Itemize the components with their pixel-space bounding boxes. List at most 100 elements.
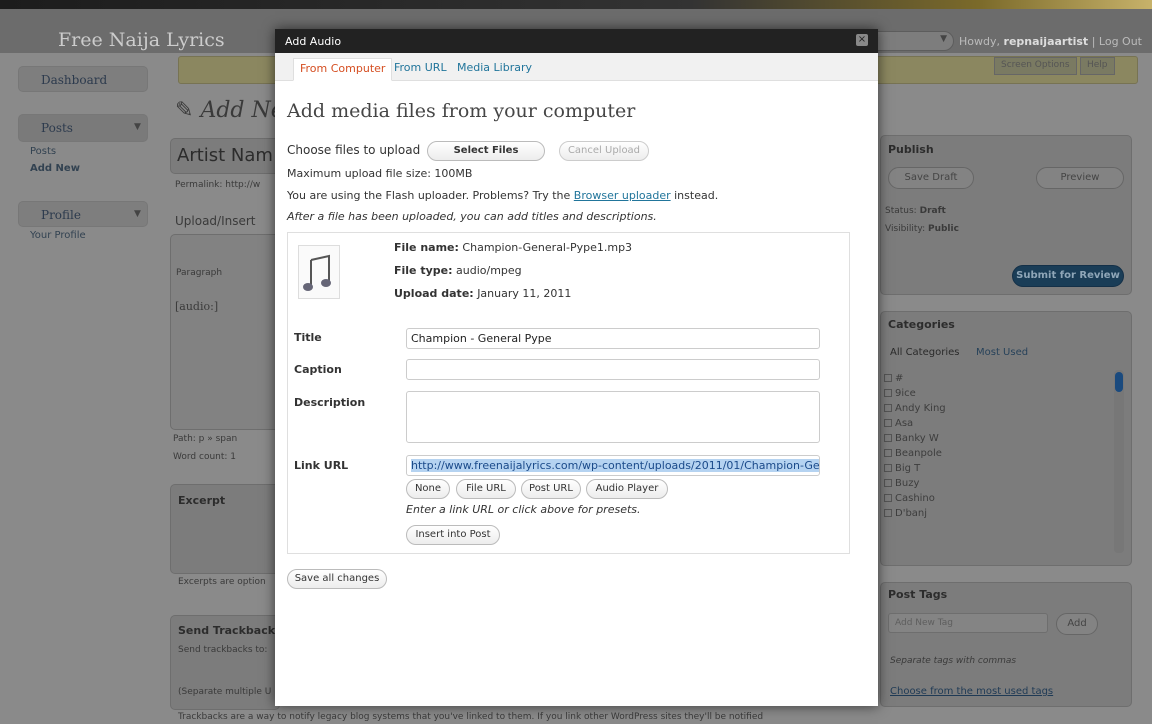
checkbox[interactable]	[884, 419, 892, 427]
list-item[interactable]: Asa	[884, 418, 946, 433]
list-item[interactable]: Cashino	[884, 493, 946, 508]
checkbox[interactable]	[884, 464, 892, 472]
tags-title[interactable]: Post Tags	[888, 588, 947, 601]
caption-field[interactable]	[406, 359, 820, 380]
help-button[interactable]: Help	[1080, 57, 1115, 75]
sidebar-item-profile[interactable]: Profile	[18, 201, 148, 227]
screen-options-button[interactable]: Screen Options	[994, 57, 1077, 75]
link-url-value: http://www.freenaijalyrics.com/wp-conten…	[411, 459, 820, 472]
dashboard-label: Dashboard	[41, 73, 108, 87]
separator: |	[1091, 35, 1096, 48]
trackbacks-title[interactable]: Send Trackbacks	[178, 624, 282, 637]
none-link-button[interactable]: None	[406, 479, 450, 499]
tab-media-library[interactable]: Media Library	[451, 58, 538, 81]
dialog-title: Add Audio	[285, 35, 342, 48]
checkbox[interactable]	[884, 389, 892, 397]
category-label: Andy King	[895, 403, 946, 414]
flash-uploader-note: You are using the Flash uploader. Proble…	[287, 189, 718, 202]
caption-label: Caption	[294, 363, 342, 376]
format-select[interactable]: Paragraph	[176, 268, 222, 278]
excerpt-title[interactable]: Excerpt	[178, 494, 225, 507]
top-stripe	[0, 0, 1152, 9]
scrollbar-thumb[interactable]	[1115, 372, 1123, 392]
trackbacks-sep: (Separate multiple U	[178, 687, 272, 697]
list-item[interactable]: Buzy	[884, 478, 946, 493]
logout-link[interactable]: Log Out	[1099, 35, 1142, 48]
tab-from-url[interactable]: From URL	[388, 58, 453, 81]
close-icon[interactable]: ×	[856, 34, 868, 46]
tab-most-used[interactable]: Most Used	[976, 347, 1028, 358]
site-title[interactable]: Free Naija Lyrics	[58, 29, 225, 51]
word-count: Word count: 1	[173, 452, 237, 462]
category-label: Banky W	[895, 433, 939, 444]
preview-button[interactable]: Preview	[1036, 167, 1124, 189]
chevron-down-icon[interactable]: ▼	[134, 209, 141, 219]
title-box[interactable]: Artist Nam	[170, 138, 280, 174]
save-draft-button[interactable]: Save Draft	[888, 167, 974, 189]
dialog-titlebar: Add Audio ×	[275, 29, 878, 53]
howdy-text: Howdy,	[959, 35, 1001, 48]
checkbox[interactable]	[884, 509, 892, 517]
username-link[interactable]: repnaijaartist	[1004, 35, 1089, 48]
category-scrollbar[interactable]	[1114, 370, 1124, 553]
post-title-input[interactable]: Artist Nam	[177, 145, 273, 166]
category-label: Buzy	[895, 478, 920, 489]
submit-for-review-button[interactable]: Submit for Review	[1012, 265, 1124, 287]
tab-all-categories[interactable]: All Categories	[890, 347, 959, 358]
categories-title[interactable]: Categories	[888, 318, 955, 331]
post-url-button[interactable]: Post URL	[521, 479, 581, 499]
insert-into-post-button[interactable]: Insert into Post	[406, 525, 500, 545]
list-item[interactable]: Andy King	[884, 403, 946, 418]
category-label: Cashino	[895, 493, 935, 504]
sidebar-sub-add-new[interactable]: Add New	[30, 163, 80, 174]
max-upload-size: Maximum upload file size: 100MB	[287, 167, 473, 180]
sidebar-sub-posts[interactable]: Posts	[30, 146, 56, 157]
checkbox[interactable]	[884, 494, 892, 502]
audio-player-button[interactable]: Audio Player	[586, 479, 668, 499]
checkbox[interactable]	[884, 449, 892, 457]
select-files-button[interactable]: Select Files	[427, 141, 545, 161]
list-item[interactable]: Beanpole	[884, 448, 946, 463]
excerpt-note: Excerpts are option	[178, 577, 266, 587]
link-url-label: Link URL	[294, 459, 349, 472]
sidebar-sub-your-profile[interactable]: Your Profile	[30, 230, 86, 241]
editor-content[interactable]: [audio:]	[175, 300, 218, 313]
tag-placeholder: Add New Tag	[895, 618, 954, 628]
category-list: # 9ice Andy King Asa Banky W Beanpole Bi…	[884, 373, 946, 523]
description-label: Description	[294, 396, 366, 409]
trackbacks-info: Trackbacks are a way to notify legacy bl…	[178, 712, 764, 722]
category-label: Asa	[895, 418, 914, 429]
browser-uploader-link[interactable]: Browser uploader	[574, 189, 671, 202]
cancel-upload-button[interactable]: Cancel Upload	[559, 141, 649, 161]
list-item[interactable]: Big T	[884, 463, 946, 478]
status-value: Draft	[919, 206, 946, 216]
category-label: Big T	[895, 463, 921, 474]
chevron-down-icon[interactable]: ▼	[134, 122, 141, 132]
title-field[interactable]: Champion - General Pype	[406, 328, 820, 349]
tag-input[interactable]: Add New Tag	[888, 613, 1048, 633]
file-type-row: File type: audio/mpeg	[394, 264, 522, 277]
list-item[interactable]: Banky W	[884, 433, 946, 448]
description-field[interactable]	[406, 391, 820, 443]
list-item[interactable]: #	[884, 373, 946, 388]
link-url-field[interactable]: http://www.freenaijalyrics.com/wp-conten…	[406, 455, 820, 476]
user-greeting: Howdy, repnaijaartist | Log Out	[959, 35, 1142, 48]
checkbox[interactable]	[884, 374, 892, 382]
tab-from-computer[interactable]: From Computer	[293, 58, 393, 81]
save-all-changes-button[interactable]: Save all changes	[287, 569, 387, 589]
list-item[interactable]: 9ice	[884, 388, 946, 403]
checkbox[interactable]	[884, 479, 892, 487]
trackbacks-to: Send trackbacks to:	[178, 645, 268, 655]
checkbox[interactable]	[884, 434, 892, 442]
list-item[interactable]: D'banj	[884, 508, 946, 523]
link-hint: Enter a link URL or click above for pres…	[406, 503, 641, 516]
visibility-label: Visibility:	[885, 224, 926, 234]
sidebar-item-posts[interactable]: Posts	[18, 114, 148, 142]
add-tag-button[interactable]: Add	[1056, 613, 1098, 635]
publish-title[interactable]: Publish	[888, 143, 934, 156]
file-url-button[interactable]: File URL	[456, 479, 516, 499]
checkbox[interactable]	[884, 404, 892, 412]
editor-area[interactable]	[170, 234, 280, 430]
choose-tags-link[interactable]: Choose from the most used tags	[890, 686, 1053, 697]
sidebar-item-dashboard[interactable]: Dashboard	[18, 66, 148, 92]
